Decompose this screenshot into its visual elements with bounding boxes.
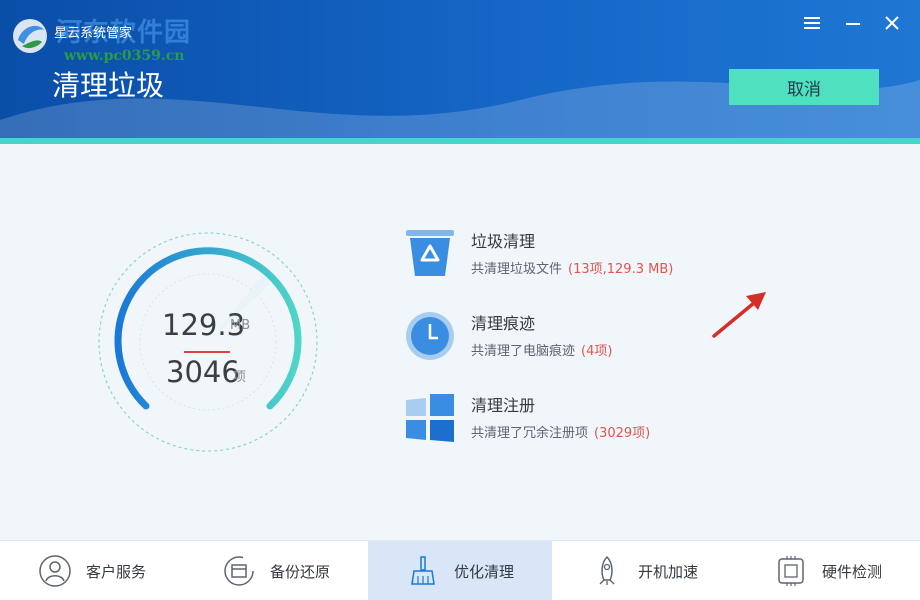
registry-tiles-icon (406, 394, 454, 442)
nav-backup-restore[interactable]: 备份还原 (184, 541, 368, 600)
minimize-icon (846, 23, 860, 25)
annotation-arrow-icon (712, 292, 766, 338)
page-title: 清理垃圾 (52, 69, 165, 102)
nav-optimize-clean[interactable]: 优化清理 (368, 541, 552, 600)
close-icon (885, 16, 899, 30)
result-junk-clean: 垃圾清理 共清理垃圾文件 (13项,129.3 MB) (404, 228, 824, 288)
close-button[interactable] (881, 12, 903, 34)
broom-icon (411, 556, 435, 585)
result-description: 共清理了电脑痕迹 (4项) (471, 344, 613, 359)
result-title: 垃圾清理 (471, 232, 536, 251)
nav-boot-speedup[interactable]: 开机加速 (552, 541, 736, 600)
rocket-icon (599, 555, 615, 585)
clock-icon (406, 312, 454, 360)
progress-gauge (98, 232, 318, 452)
title-bar: 河东软件园 星云系统管家 www.pc0359.cn 清理垃圾 取消 (0, 0, 920, 144)
nav-hardware-check[interactable]: 硬件检测 (736, 541, 920, 600)
minimize-button[interactable] (842, 12, 864, 34)
nav-label: 客户服务 (85, 562, 146, 581)
nav-label: 开机加速 (637, 562, 698, 581)
watermark-url: www.pc0359.cn (64, 48, 185, 64)
result-title: 清理痕迹 (471, 314, 536, 333)
summary-divider (184, 351, 230, 353)
menu-button[interactable] (801, 12, 823, 34)
bottom-nav: 客户服务 备份还原 优化清理 开机加速 硬件检测 (0, 540, 920, 600)
nav-label: 备份还原 (269, 562, 330, 581)
result-registry-clean: 清理注册 共清理了冗余注册项 (3029项) (404, 392, 824, 452)
result-description: 共清理了冗余注册项 (3029项) (471, 426, 651, 441)
result-description: 共清理垃圾文件 (13项,129.3 MB) (471, 262, 674, 277)
cancel-button[interactable]: 取消 (729, 69, 879, 105)
result-title: 清理注册 (471, 396, 536, 415)
count-unit: 项 (233, 370, 247, 385)
nav-label: 硬件检测 (821, 562, 882, 581)
menu-icon (804, 17, 820, 29)
backup-icon (224, 556, 254, 586)
user-icon (39, 555, 71, 587)
nav-customer-service[interactable]: 客户服务 (0, 541, 184, 600)
chip-icon (778, 556, 804, 586)
trash-bin-icon (406, 230, 454, 276)
size-unit: MB (230, 318, 251, 333)
count-value: 3046 (166, 355, 240, 389)
app-name: 星云系统管家 (54, 26, 133, 41)
nav-label: 优化清理 (453, 562, 514, 581)
watermark-logo-icon (13, 19, 47, 53)
